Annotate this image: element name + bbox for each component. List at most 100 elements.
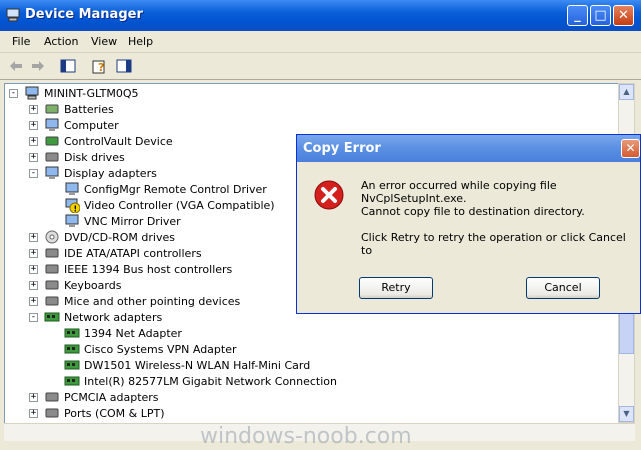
console-tree-icon bbox=[60, 59, 76, 73]
error-message-line2: Cannot copy file to destination director… bbox=[361, 205, 585, 218]
bus-icon bbox=[44, 261, 60, 277]
tree-device[interactable]: ConfigMgr Remote Control Driver bbox=[49, 181, 267, 197]
title-bar[interactable]: Device Manager _ □ ✕ bbox=[0, 0, 641, 31]
network-icon bbox=[44, 309, 60, 325]
tree-device[interactable]: Intel(R) 82577LM Gigabit Network Connect… bbox=[49, 373, 337, 389]
tree-item-label: Batteries bbox=[64, 102, 114, 116]
scroll-down-button[interactable]: ▼ bbox=[619, 406, 634, 422]
tree-category[interactable]: + IEEE 1394 Bus host controllers bbox=[29, 261, 232, 277]
network-card-icon bbox=[64, 325, 80, 341]
help-icon: ? bbox=[92, 60, 105, 74]
maximize-button[interactable]: □ bbox=[590, 5, 611, 26]
retry-button[interactable]: Retry bbox=[359, 277, 433, 299]
pcmcia-icon bbox=[44, 389, 60, 405]
tree-category[interactable]: + Mice and other pointing devices bbox=[29, 293, 240, 309]
cdrom-icon bbox=[44, 229, 60, 245]
forward-arrow-icon bbox=[32, 61, 44, 71]
menu-view[interactable]: View bbox=[91, 35, 117, 48]
tree-root[interactable]: - MININT-GLTM0Q5 bbox=[9, 85, 139, 101]
tree-category[interactable]: - Display adapters bbox=[29, 165, 157, 181]
menu-action[interactable]: Action bbox=[44, 35, 78, 48]
window-title: Device Manager bbox=[25, 7, 143, 22]
back-button[interactable] bbox=[6, 57, 26, 75]
computer-icon bbox=[24, 85, 40, 101]
tree-device[interactable]: 1394 Net Adapter bbox=[49, 325, 182, 341]
down-arrow-icon: ▼ bbox=[623, 409, 630, 418]
forward-button[interactable] bbox=[28, 57, 48, 75]
tree-category[interactable]: + Ports (COM & LPT) bbox=[29, 405, 165, 421]
copy-error-dialog: Copy Error ✕ An error occurred while cop… bbox=[296, 134, 641, 314]
collapse-icon[interactable]: - bbox=[29, 312, 38, 322]
tree-device[interactable]: ! Video Controller (VGA Compatible) bbox=[49, 197, 275, 213]
up-arrow-icon: ▲ bbox=[623, 87, 630, 96]
network-card-icon bbox=[64, 341, 80, 357]
view-pane-button[interactable] bbox=[114, 57, 134, 75]
battery-icon bbox=[44, 101, 60, 117]
close-button[interactable]: ✕ bbox=[613, 5, 634, 26]
tree-device[interactable]: DW1501 Wireless-N WLAN Half-Mini Card bbox=[49, 357, 310, 373]
warning-icon: ! bbox=[64, 197, 80, 213]
tree-item-label: Display adapters bbox=[64, 166, 157, 180]
expand-icon[interactable]: + bbox=[29, 264, 38, 274]
scroll-up-button[interactable]: ▲ bbox=[619, 84, 634, 100]
tree-item-label: Intel(R) 82577LM Gigabit Network Connect… bbox=[84, 374, 337, 388]
menu-help[interactable]: Help bbox=[128, 35, 153, 48]
tree-item-label: Network adapters bbox=[64, 310, 163, 324]
expand-icon[interactable]: + bbox=[29, 152, 38, 162]
network-card-icon bbox=[64, 373, 80, 389]
menu-bar: File Action View Help bbox=[0, 31, 641, 53]
toolbar: ? bbox=[0, 53, 641, 80]
tree-category[interactable]: + Batteries bbox=[29, 101, 114, 117]
tree-category[interactable]: + Disk drives bbox=[29, 149, 125, 165]
tree-item-label: Ports (COM & LPT) bbox=[64, 406, 165, 420]
monitor-icon bbox=[64, 213, 80, 229]
tree-item-label: ControlVault Device bbox=[64, 134, 173, 148]
expand-icon[interactable]: + bbox=[29, 120, 38, 130]
error-icon bbox=[314, 180, 344, 210]
properties-help-button[interactable]: ? bbox=[90, 57, 110, 75]
tree-item-label: Computer bbox=[64, 118, 119, 132]
chip-icon bbox=[44, 133, 60, 149]
tree-item-label: Video Controller (VGA Compatible) bbox=[84, 198, 275, 212]
computer-icon bbox=[44, 117, 60, 133]
minimize-button[interactable]: _ bbox=[567, 5, 588, 26]
menu-file[interactable]: File bbox=[12, 35, 30, 48]
tree-root-label: MININT-GLTM0Q5 bbox=[44, 86, 139, 100]
tree-category[interactable]: + DVD/CD-ROM drives bbox=[29, 229, 175, 245]
tree-item-label: DW1501 Wireless-N WLAN Half-Mini Card bbox=[84, 358, 311, 372]
tree-category[interactable]: + IDE ATA/ATAPI controllers bbox=[29, 245, 202, 261]
expand-icon[interactable]: + bbox=[29, 408, 38, 418]
cancel-button[interactable]: Cancel bbox=[526, 277, 600, 299]
expand-icon[interactable]: + bbox=[29, 136, 38, 146]
tree-category[interactable]: + PCMCIA adapters bbox=[29, 389, 159, 405]
tree-category[interactable]: + ControlVault Device bbox=[29, 133, 173, 149]
ide-icon bbox=[44, 245, 60, 261]
tree-category[interactable]: + Keyboards bbox=[29, 277, 121, 293]
disk-icon bbox=[44, 149, 60, 165]
show-hide-tree-button[interactable] bbox=[58, 57, 78, 75]
dialog-close-button[interactable]: ✕ bbox=[621, 139, 640, 158]
tree-category[interactable]: + Computer bbox=[29, 117, 119, 133]
tree-category[interactable]: - Network adapters bbox=[29, 309, 162, 325]
expand-icon[interactable]: + bbox=[29, 280, 38, 290]
network-card-icon bbox=[64, 357, 80, 373]
expand-icon[interactable]: + bbox=[29, 104, 38, 114]
dialog-title-bar[interactable]: Copy Error ✕ bbox=[297, 135, 640, 162]
expand-icon[interactable]: + bbox=[29, 392, 38, 402]
expand-icon[interactable]: + bbox=[29, 232, 38, 242]
port-icon bbox=[44, 405, 60, 421]
close-icon: ✕ bbox=[625, 141, 636, 155]
expand-icon[interactable]: + bbox=[29, 296, 38, 306]
collapse-icon[interactable]: - bbox=[29, 168, 38, 178]
tree-device[interactable]: Cisco Systems VPN Adapter bbox=[49, 341, 237, 357]
mouse-icon bbox=[44, 293, 60, 309]
collapse-icon[interactable]: - bbox=[9, 88, 18, 98]
tree-device[interactable]: VNC Mirror Driver bbox=[49, 213, 181, 229]
tree-item-label: DVD/CD-ROM drives bbox=[64, 230, 175, 244]
expand-icon[interactable]: + bbox=[29, 248, 38, 258]
tree-item-label: PCMCIA adapters bbox=[64, 390, 159, 404]
display-icon bbox=[44, 165, 60, 181]
back-arrow-icon bbox=[10, 61, 22, 71]
tree-item-label: Keyboards bbox=[64, 278, 122, 292]
minimize-icon: _ bbox=[574, 8, 581, 23]
